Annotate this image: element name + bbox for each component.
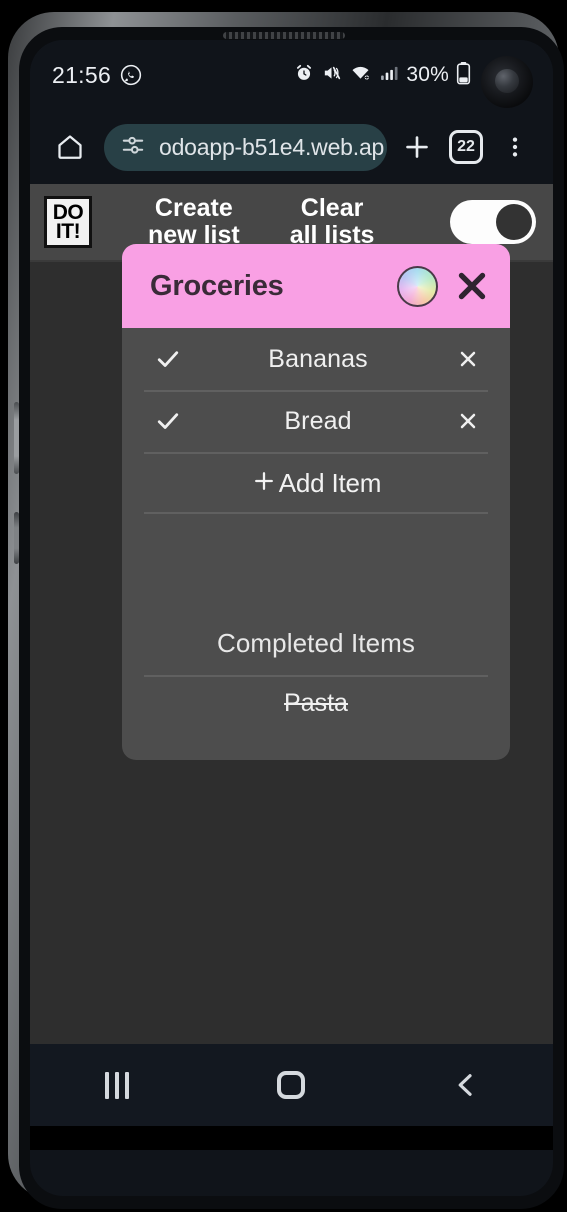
back-icon[interactable] xyxy=(379,1070,553,1100)
recents-bar xyxy=(105,1071,110,1099)
recents-icon[interactable] xyxy=(30,1071,204,1099)
app-logo[interactable]: DO IT! xyxy=(44,196,92,248)
wifi-icon xyxy=(349,63,372,88)
browser-toolbar: odoapp-b51e4.web.ap 22 xyxy=(30,110,553,184)
front-camera xyxy=(481,56,533,108)
new-tab-button[interactable] xyxy=(395,125,439,169)
plus-icon xyxy=(251,468,277,499)
list-card-groceries: Groceries Bananas Bread Add Item Complet… xyxy=(122,244,510,760)
system-navigation-bar xyxy=(30,1044,553,1126)
url-text: odoapp-b51e4.web.ap xyxy=(159,133,385,160)
status-clock: 21:56 xyxy=(52,61,112,88)
close-icon[interactable] xyxy=(452,266,492,306)
completed-items-section: Completed Items Pasta xyxy=(122,628,510,731)
completed-item-label: Pasta xyxy=(284,688,348,717)
power-button[interactable] xyxy=(14,512,19,564)
list-title: Groceries xyxy=(150,269,284,302)
close-icon[interactable] xyxy=(448,409,488,433)
add-item-label: Add Item xyxy=(278,467,382,498)
theme-toggle-switch[interactable] xyxy=(450,200,536,244)
check-icon[interactable] xyxy=(148,407,188,435)
completed-list-item[interactable]: Pasta xyxy=(122,675,510,731)
close-icon[interactable] xyxy=(448,347,488,371)
list-card-header: Groceries xyxy=(122,244,510,328)
clear-all-lists-button[interactable]: Clear all lists xyxy=(290,195,375,249)
screen-bottom-edge xyxy=(30,1126,553,1150)
completed-items-heading: Completed Items xyxy=(216,628,416,658)
alarm-icon xyxy=(294,63,314,88)
completed-items-list: Pasta xyxy=(122,675,510,731)
theme-toggle-knob xyxy=(496,204,532,240)
overflow-menu-icon[interactable] xyxy=(493,125,537,169)
battery-percent-label: 30% xyxy=(406,63,449,86)
add-item-button[interactable]: Add Item xyxy=(122,452,510,514)
list-item[interactable]: Bananas xyxy=(122,328,510,390)
phone-frame: 21:56 30% odoapp-b51e4.web.ap 22 DO IT! … xyxy=(8,12,564,1209)
earpiece-speaker xyxy=(222,32,345,39)
cellular-signal-icon xyxy=(379,63,399,88)
volume-mute-icon xyxy=(321,63,342,88)
recents-bar xyxy=(125,1071,130,1099)
clear-all-lists-label-line1: Clear xyxy=(300,194,364,222)
whatsapp-icon xyxy=(120,64,142,86)
check-icon[interactable] xyxy=(148,345,188,373)
phone-screen: 21:56 30% odoapp-b51e4.web.ap 22 DO IT! … xyxy=(30,40,553,1196)
create-new-list-button[interactable]: Create new list xyxy=(148,195,240,249)
url-bar[interactable]: odoapp-b51e4.web.ap xyxy=(104,123,387,171)
home-icon[interactable] xyxy=(204,1071,378,1099)
color-picker-icon[interactable] xyxy=(397,265,438,307)
home-icon[interactable] xyxy=(48,125,92,169)
tab-counter-button[interactable]: 22 xyxy=(449,130,483,164)
battery-icon xyxy=(456,61,471,90)
app-logo-line2: IT! xyxy=(55,220,81,243)
page-info-icon[interactable] xyxy=(120,132,146,163)
volume-button[interactable] xyxy=(14,402,19,474)
tab-count-label: 22 xyxy=(457,138,475,155)
recents-bar xyxy=(115,1071,120,1099)
app-viewport: DO IT! Create new list Clear all lists G… xyxy=(30,184,553,1044)
list-item-label: Bread xyxy=(284,406,352,435)
list-item[interactable]: Bread xyxy=(122,390,510,452)
status-bar: 21:56 30% xyxy=(30,40,553,110)
list-item-label: Bananas xyxy=(268,344,368,373)
create-new-list-label-line1: Create xyxy=(154,194,233,222)
